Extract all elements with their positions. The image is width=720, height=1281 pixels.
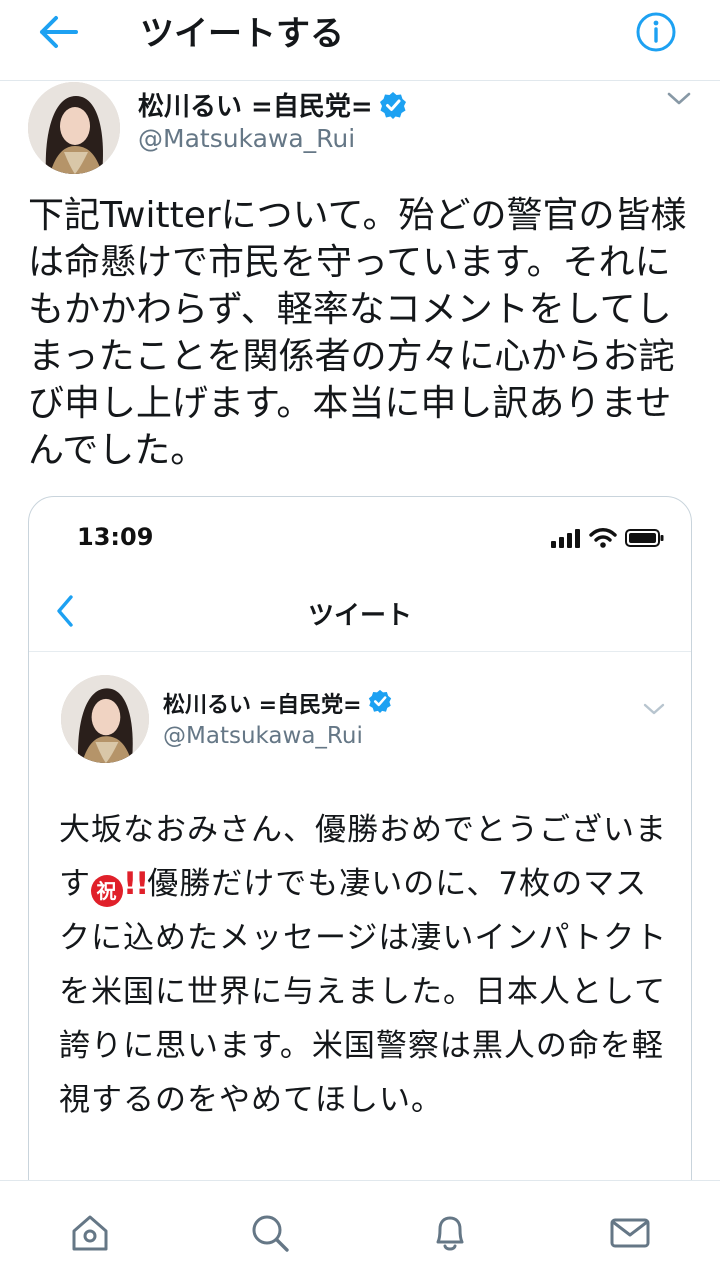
status-bar-icons	[551, 527, 665, 553]
embedded-screenshot-image[interactable]: 13:09 ツイート 松川るい =自民党= @Matsukawa_Rui 大坂な…	[28, 496, 692, 1258]
tweet-text: 下記Twitterについて。殆どの警官の皆様は命懸けで市民を守っています。それに…	[28, 195, 687, 471]
double-exclamation-icon: !!	[123, 866, 149, 902]
chevron-down-icon	[641, 699, 667, 719]
verified-badge-icon	[368, 689, 396, 717]
bottom-navigation	[0, 1180, 720, 1281]
notifications-icon[interactable]	[420, 1203, 480, 1263]
embedded-author-name-text: 松川るい =自民党=	[163, 693, 362, 718]
search-icon[interactable]	[240, 1203, 300, 1263]
embedded-author-handle: @Matsukawa_Rui	[163, 723, 363, 749]
page-title: ツイートする	[140, 14, 344, 54]
top-app-bar: ツイートする	[0, 0, 720, 81]
embedded-avatar	[61, 675, 149, 763]
messages-icon[interactable]	[600, 1203, 660, 1263]
signal-icon	[551, 528, 581, 552]
verified-badge-icon	[379, 91, 407, 119]
status-bar-time: 13:09	[77, 523, 154, 551]
battery-icon	[625, 528, 665, 552]
chevron-down-icon[interactable]	[664, 86, 694, 110]
celebration-emoji-icon: 祝	[91, 875, 123, 907]
embedded-author-name: 松川るい =自民党=	[163, 687, 396, 719]
embedded-text-part-2: 優勝だけでも凄いのに、7枚のマスクに込めたメッセージは凄いインパトクトを米国に世…	[59, 866, 668, 1118]
author-name-text: 松川るい =自民党=	[138, 92, 373, 122]
embedded-nav-bar: ツイート	[29, 577, 691, 652]
embedded-nav-title: ツイート	[307, 601, 412, 631]
embedded-tweet-text: 大坂なおみさん、優勝おめでとうございます祝 !!優勝だけでも凄いのに、7枚のマスク…	[59, 803, 669, 1127]
back-arrow-icon[interactable]	[34, 12, 82, 52]
wifi-icon	[589, 527, 617, 553]
avatar[interactable]	[28, 82, 120, 174]
info-icon[interactable]	[632, 8, 680, 56]
author-handle[interactable]: @Matsukawa_Rui	[138, 124, 355, 153]
home-icon[interactable]	[60, 1203, 120, 1263]
author-name[interactable]: 松川るい =自民党=	[138, 86, 407, 123]
